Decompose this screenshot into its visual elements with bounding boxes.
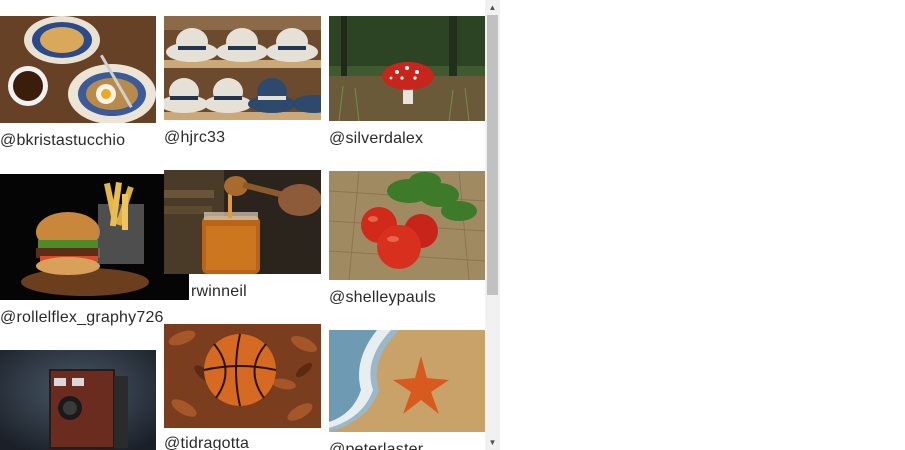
scroll-up-arrow-icon[interactable]: ▲ bbox=[485, 0, 500, 15]
photo-honey[interactable] bbox=[164, 170, 321, 274]
user-handle[interactable]: rwinneil bbox=[191, 282, 247, 302]
user-handle[interactable]: @rollelflex_graphy726 bbox=[0, 308, 164, 328]
photo-mushroom[interactable] bbox=[329, 16, 485, 121]
photo-starfish[interactable] bbox=[329, 330, 485, 432]
photo-tomatoes[interactable] bbox=[329, 171, 485, 280]
photo-burger[interactable] bbox=[0, 174, 189, 300]
vertical-scrollbar[interactable]: ▲ ▼ bbox=[485, 0, 500, 450]
user-handle[interactable]: @peterlaster bbox=[329, 440, 423, 450]
photo-breakfast[interactable] bbox=[0, 16, 156, 123]
gallery-frame: @bkristastucchio @rollelflex_graphy726 @… bbox=[0, 0, 500, 450]
scrollbar-thumb[interactable] bbox=[487, 15, 498, 295]
gallery-item[interactable]: @hjrc33 bbox=[164, 16, 324, 150]
gallery-item[interactable]: @tidragotta bbox=[164, 324, 324, 450]
user-handle[interactable]: @shelleypauls bbox=[329, 288, 436, 308]
user-handle[interactable]: @hjrc33 bbox=[164, 128, 225, 148]
gallery-item[interactable]: @peterlaster bbox=[329, 330, 485, 450]
user-handle[interactable]: @silverdalex bbox=[329, 129, 423, 149]
photo-basketball[interactable] bbox=[164, 324, 321, 428]
scroll-down-arrow-icon[interactable]: ▼ bbox=[485, 435, 500, 450]
gallery-item[interactable] bbox=[0, 350, 160, 450]
gallery-item[interactable]: rwinneil bbox=[164, 170, 324, 304]
gallery-item[interactable]: @silverdalex bbox=[329, 16, 485, 150]
gallery-item[interactable]: @rollelflex_graphy726 bbox=[0, 174, 190, 332]
photo-hats[interactable] bbox=[164, 16, 321, 120]
gallery-item[interactable]: @shelleypauls bbox=[329, 171, 485, 311]
gallery-item[interactable]: @bkristastucchio bbox=[0, 16, 160, 156]
photo-camera[interactable] bbox=[0, 350, 156, 450]
user-handle[interactable]: @bkristastucchio bbox=[0, 131, 125, 151]
user-handle[interactable]: @tidragotta bbox=[164, 434, 249, 450]
